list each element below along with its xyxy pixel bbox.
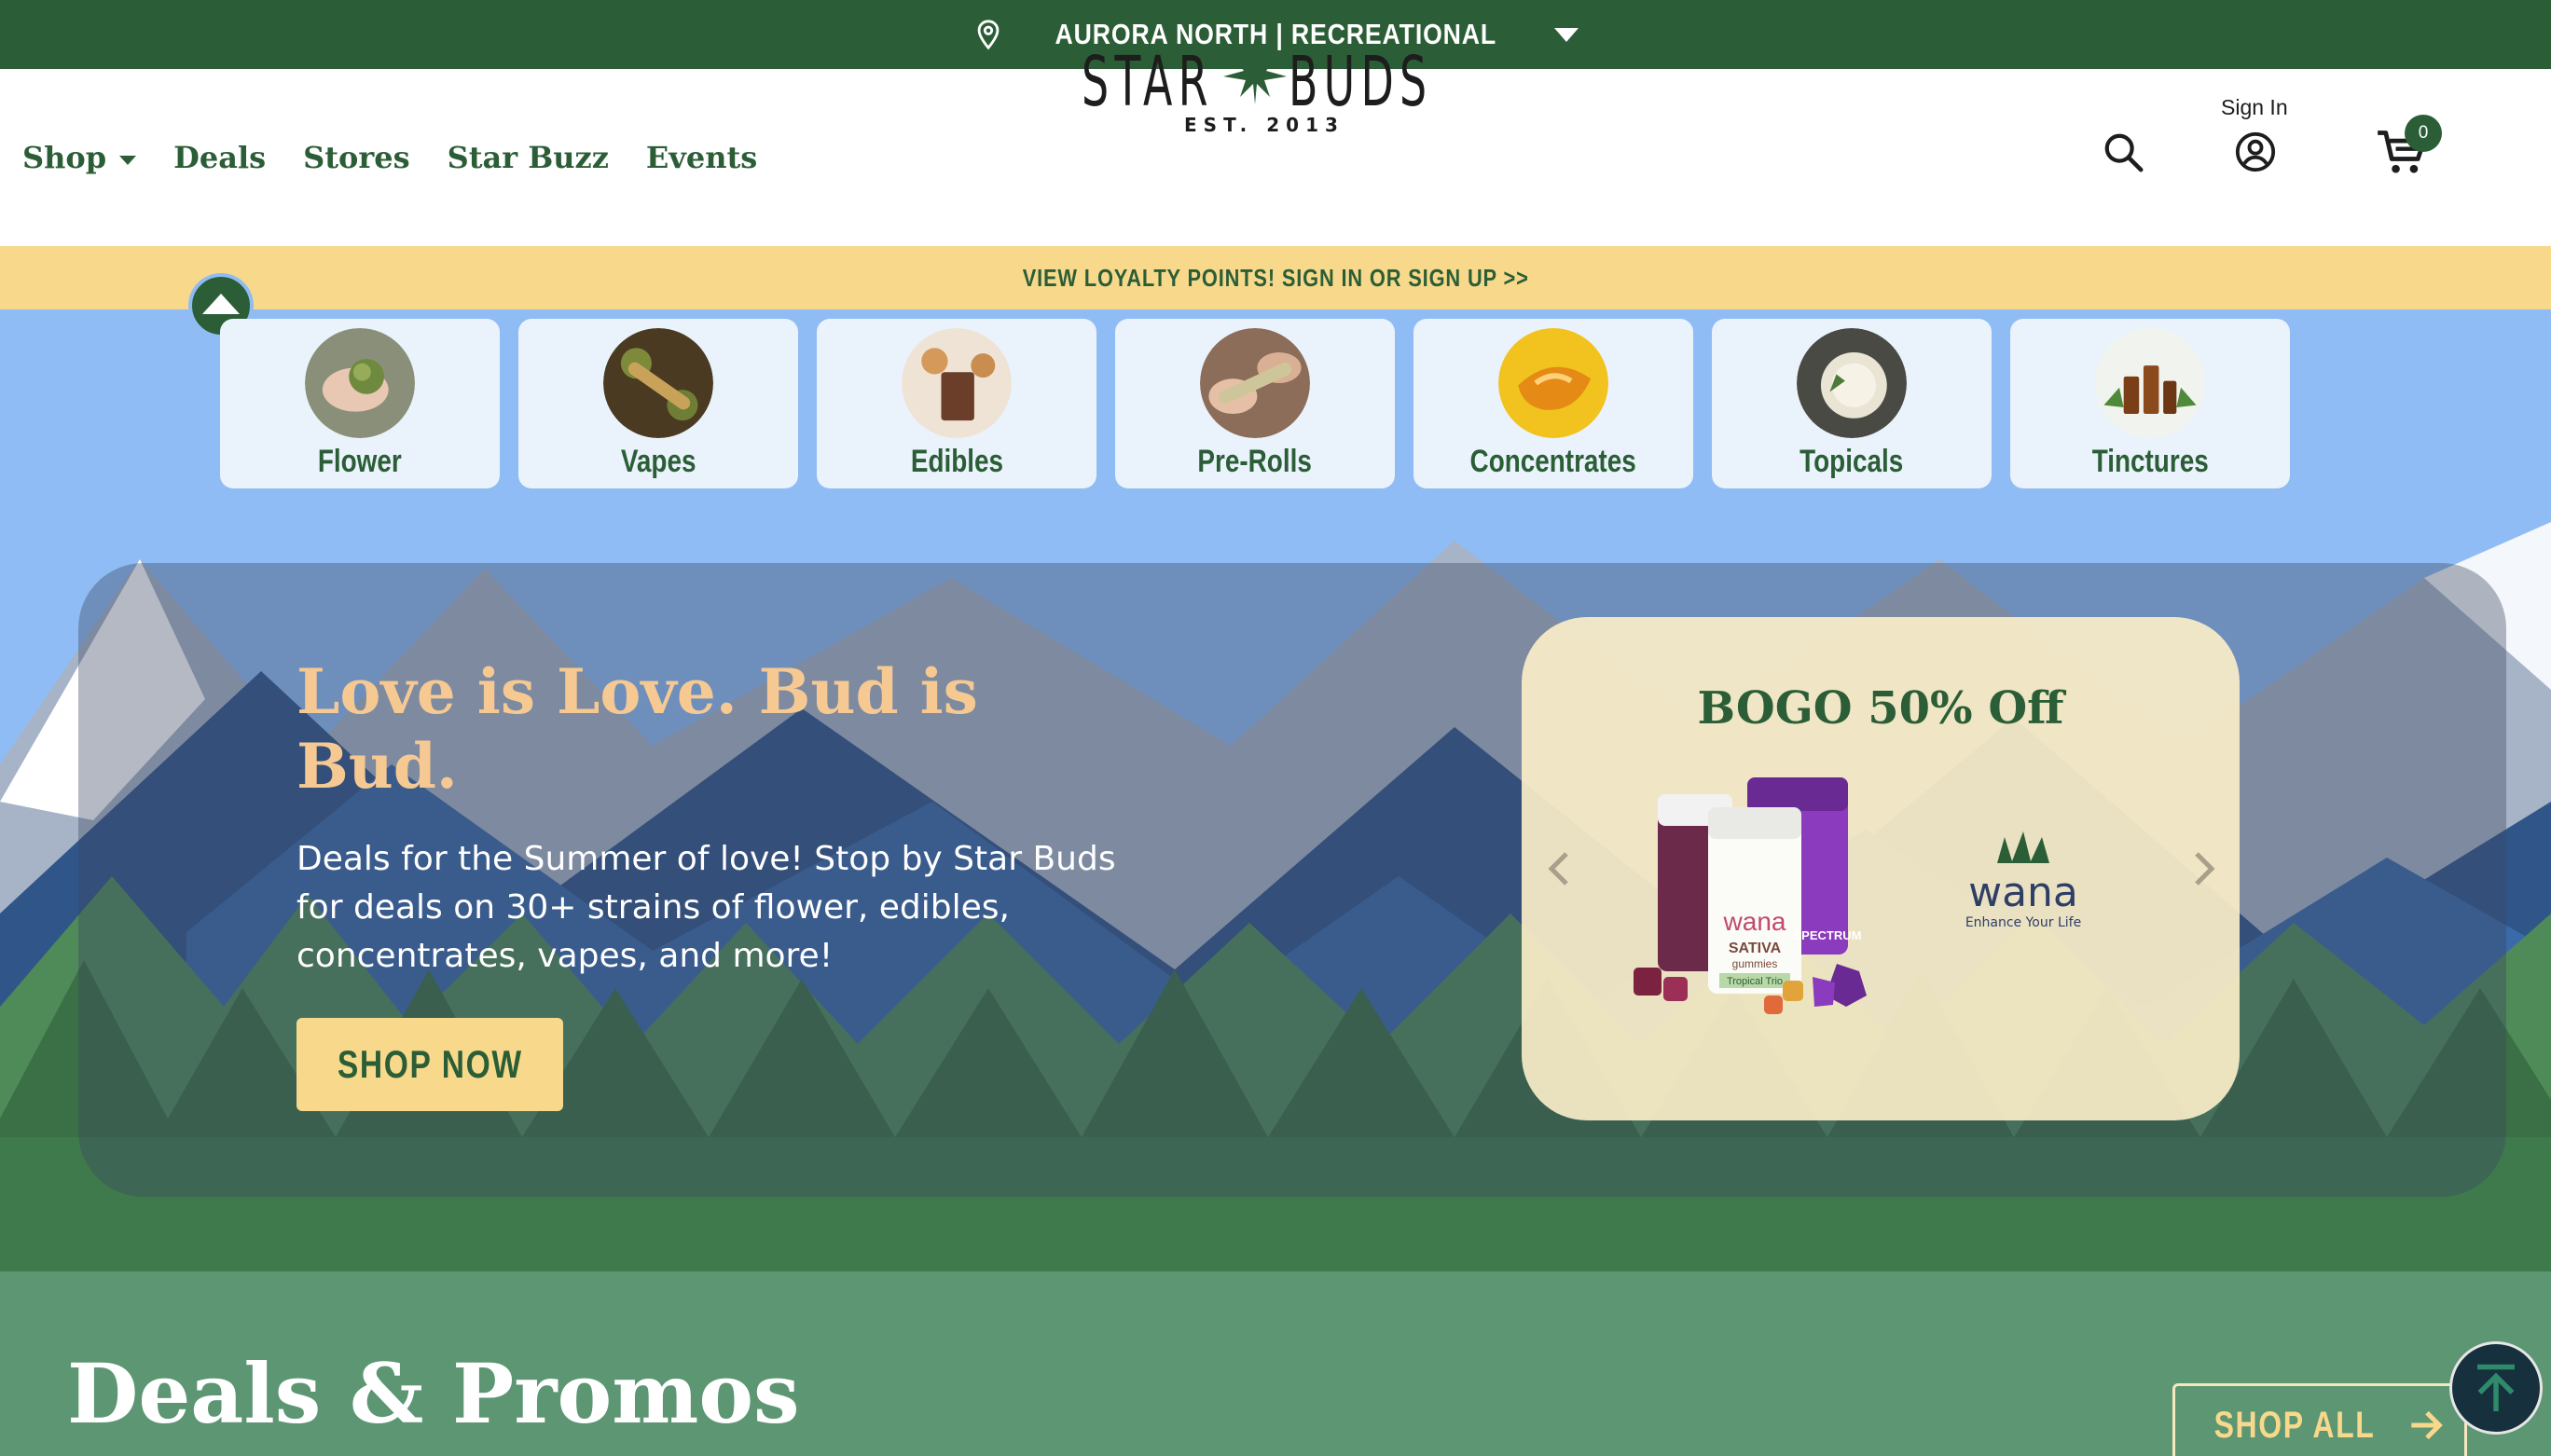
tinctures-thumb-icon — [2095, 328, 2205, 438]
cannabis-leaf-icon — [1223, 37, 1287, 104]
user-account-icon[interactable] — [2234, 130, 2277, 173]
nav-deals[interactable]: Deals — [173, 140, 266, 175]
nav-shop[interactable]: Shop — [22, 140, 137, 175]
category-label: Pre-Rolls — [1197, 444, 1313, 479]
promo-title: BOGO 50% Off — [1697, 682, 2064, 735]
category-pre-rolls[interactable]: Pre-Rolls — [1115, 319, 1395, 488]
vape-thumb-icon — [603, 328, 713, 438]
shop-now-label: SHOP NOW — [337, 1042, 523, 1086]
category-vapes[interactable]: Vapes — [518, 319, 798, 488]
category-label: Tinctures — [2091, 444, 2209, 479]
category-label: Concentrates — [1469, 444, 1637, 479]
scroll-to-top-button[interactable] — [2449, 1341, 2543, 1435]
hero-title: Love is Love. Bud is Bud. — [296, 655, 978, 803]
category-label: Edibles — [910, 444, 1003, 479]
flower-thumb-icon — [305, 328, 415, 438]
preroll-thumb-icon — [1200, 328, 1310, 438]
nav-stores[interactable]: Stores — [303, 140, 409, 175]
promo-carousel[interactable]: BOGO 50% Off wana SATIVA gummies Tropica… — [1522, 617, 2240, 1120]
concentrates-thumb-icon — [1498, 328, 1608, 438]
location-pin-icon — [977, 20, 1000, 50]
category-label: Vapes — [620, 444, 696, 479]
category-topicals[interactable]: Topicals — [1712, 319, 1992, 488]
wana-brand-tagline: Enhance Your Life — [1965, 915, 2081, 930]
nav-shop-label: Shop — [22, 140, 107, 175]
product-label-sativa: SATIVA — [1729, 941, 1782, 956]
category-flower[interactable]: Flower — [220, 319, 500, 488]
cart-count-badge: 0 — [2405, 115, 2442, 152]
product-label-gummies: gummies — [1732, 957, 1778, 970]
chevron-down-icon — [1554, 27, 1579, 42]
shop-all-button[interactable]: SHOP ALL — [2172, 1383, 2467, 1456]
wana-brand-logo: wana — [1968, 869, 2078, 916]
loyalty-text: VIEW LOYALTY POINTS! SIGN IN OR SIGN UP … — [1022, 263, 1529, 292]
wana-products-image: wana SATIVA gummies Tropical Trio SPECTR… — [1634, 777, 2081, 1014]
category-label: Flower — [318, 444, 402, 479]
chevron-left-icon[interactable] — [1548, 850, 1570, 887]
loyalty-banner[interactable]: VIEW LOYALTY POINTS! SIGN IN OR SIGN UP … — [0, 246, 2551, 309]
category-label: Topicals — [1799, 444, 1904, 479]
shop-all-label: SHOP ALL — [2213, 1404, 2376, 1446]
product-label-wana: wana — [1723, 907, 1786, 936]
product-label-spectrum: SPECTRUM — [1794, 928, 1862, 942]
category-concentrates[interactable]: Concentrates — [1413, 319, 1693, 488]
sign-in-link[interactable]: Sign In — [2221, 95, 2288, 120]
topicals-thumb-icon — [1797, 328, 1907, 438]
category-tinctures[interactable]: Tinctures — [2010, 319, 2290, 488]
chevron-down-icon — [119, 156, 137, 165]
nav-star-buzz[interactable]: Star Buzz — [448, 140, 609, 175]
shop-now-button[interactable]: SHOP NOW — [296, 1018, 563, 1111]
hero-description: Deals for the Summer of love! Stop by St… — [296, 840, 1116, 975]
chevron-up-icon — [202, 294, 240, 314]
deals-title: Deals & Promos — [67, 1345, 800, 1442]
chevron-right-icon[interactable] — [2193, 850, 2215, 887]
search-icon[interactable] — [2102, 130, 2144, 173]
logo-established: EST. 2013 — [1184, 114, 1344, 136]
category-edibles[interactable]: Edibles — [817, 319, 1096, 488]
edibles-thumb-icon — [902, 328, 1012, 438]
product-label-flavor: Tropical Trio — [1727, 976, 1783, 987]
nav-events[interactable]: Events — [646, 140, 757, 175]
arrow-right-icon — [2411, 1410, 2443, 1440]
main-nav: Shop Deals Stores Star Buzz Events — [22, 69, 757, 246]
star-buds-logo[interactable]: STAR BUDS EST. 2013 — [1082, 35, 1436, 147]
category-list: Flower Vapes Edibles Pre-Rolls Concentra… — [220, 319, 2290, 488]
arrow-up-icon — [2477, 1364, 2515, 1411]
